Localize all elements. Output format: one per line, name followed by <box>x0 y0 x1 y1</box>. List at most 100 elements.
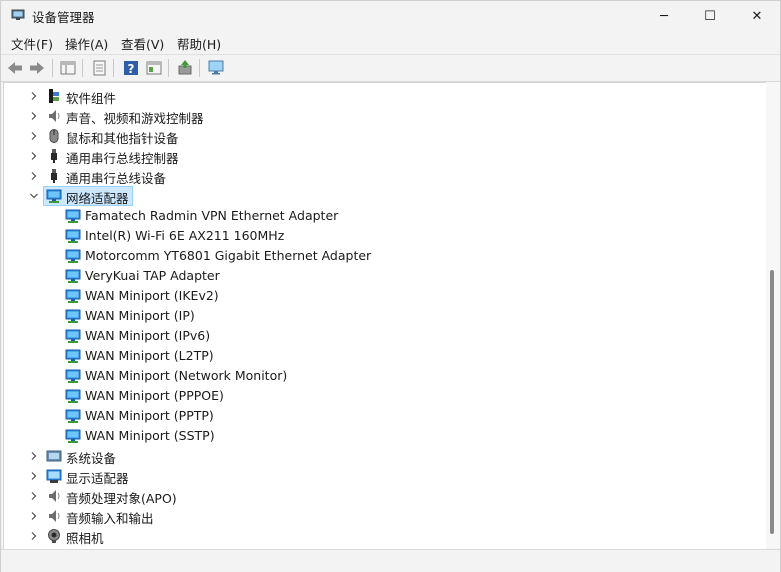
tree-category-label: 显示适配器 <box>66 471 129 486</box>
tree-category-row[interactable]: 声音、视频和游戏控制器 <box>4 106 764 126</box>
chevron-right-icon[interactable] <box>28 470 40 482</box>
tree-category-label: 网络适配器 <box>66 191 129 206</box>
tree-category-row[interactable]: 音频输入和输出 <box>4 506 764 526</box>
mouse-icon <box>46 128 62 144</box>
tree-category-label: 照相机 <box>66 531 104 546</box>
tree-category-row[interactable]: 软件组件 <box>4 86 764 106</box>
tree-device-label: WAN Miniport (Network Monitor) <box>85 368 288 383</box>
tree-category-row[interactable]: 音频处理对象(APO) <box>4 486 764 506</box>
toolbar-separator <box>113 59 114 77</box>
tree-device-row[interactable]: WAN Miniport (Network Monitor) <box>4 366 764 386</box>
tree-device-label: VeryKuai TAP Adapter <box>85 268 220 283</box>
window-title: 设备管理器 <box>32 10 95 25</box>
menu-help[interactable]: 帮助(H) <box>177 34 221 53</box>
show-hide-tree-icon[interactable] <box>59 59 77 77</box>
device-tree[interactable]: 软件组件声音、视频和游戏控制器 鼠标和其他指针设备 通用串行总线控制器 通用串行总线设… <box>3 82 766 550</box>
camera-icon <box>46 528 62 544</box>
title-bar: 设备管理器 ─ ☐ ✕ <box>1 1 780 31</box>
chevron-right-icon[interactable] <box>28 510 40 522</box>
tree-category-row[interactable]: 通用串行总线控制器 <box>4 146 764 166</box>
tree-category-label: 通用串行总线控制器 <box>66 151 179 166</box>
network-adapter-icon <box>65 248 81 264</box>
scan-hardware-icon[interactable] <box>207 59 225 77</box>
tree-device-row[interactable]: WAN Miniport (SSTP) <box>4 426 764 446</box>
tree-category-label: 鼠标和其他指针设备 <box>66 131 179 146</box>
tree-category-row[interactable]: 系统设备 <box>4 446 764 466</box>
status-bar <box>1 549 780 572</box>
tree-category-label: 通用串行总线设备 <box>66 171 167 186</box>
chevron-right-icon[interactable] <box>28 170 40 182</box>
tree-device-row[interactable]: Intel(R) Wi-Fi 6E AX211 160MHz <box>4 226 764 246</box>
speaker-icon <box>46 108 62 124</box>
network-adapter-icon <box>65 328 81 344</box>
tree-device-row[interactable]: WAN Miniport (PPTP) <box>4 406 764 426</box>
back-icon[interactable] <box>6 59 24 77</box>
scrollbar-thumb[interactable] <box>770 270 774 534</box>
tree-device-row[interactable]: WAN Miniport (PPPOE) <box>4 386 764 406</box>
network-adapter-icon <box>65 368 81 384</box>
tree-device-label: WAN Miniport (IPv6) <box>85 328 211 343</box>
close-button[interactable]: ✕ <box>734 1 780 31</box>
tree-category-label: 软件组件 <box>66 91 117 106</box>
chevron-right-icon[interactable] <box>28 150 40 162</box>
network-adapter-icon <box>65 208 81 224</box>
vertical-scrollbar[interactable] <box>766 82 780 548</box>
chevron-down-icon[interactable] <box>28 190 40 202</box>
tree-device-row[interactable]: VeryKuai TAP Adapter <box>4 266 764 286</box>
update-driver-icon[interactable] <box>176 59 194 77</box>
chevron-right-icon[interactable] <box>28 450 40 462</box>
toolbar: ? <box>1 54 780 82</box>
help-icon[interactable]: ? <box>122 59 140 77</box>
tree-device-label: WAN Miniport (SSTP) <box>85 428 215 443</box>
tree-device-row[interactable]: WAN Miniport (IPv6) <box>4 326 764 346</box>
tree-category-row[interactable]: 通用串行总线设备 <box>4 166 764 186</box>
speaker-icon <box>46 508 62 524</box>
tree-device-label: WAN Miniport (IP) <box>85 308 195 323</box>
tree-device-row[interactable]: Famatech Radmin VPN Ethernet Adapter <box>4 206 764 226</box>
properties-icon[interactable] <box>90 59 108 77</box>
usb-icon <box>46 168 62 184</box>
tree-device-label: Motorcomm YT6801 Gigabit Ethernet Adapte… <box>85 248 372 263</box>
toolbar-separator <box>82 59 83 77</box>
view-icon[interactable] <box>145 59 163 77</box>
chevron-right-icon[interactable] <box>28 530 40 542</box>
chevron-right-icon[interactable] <box>28 130 40 142</box>
tree-device-row[interactable]: Motorcomm YT6801 Gigabit Ethernet Adapte… <box>4 246 764 266</box>
menu-action[interactable]: 操作(A) <box>65 34 108 53</box>
tree-device-row[interactable]: WAN Miniport (L2TP) <box>4 346 764 366</box>
menu-view[interactable]: 查看(V) <box>121 34 164 53</box>
tree-category-row[interactable]: 网络适配器 <box>4 186 764 206</box>
toolbar-separator <box>52 59 53 77</box>
toolbar-separator <box>199 59 200 77</box>
tree-device-label: WAN Miniport (IKEv2) <box>85 288 219 303</box>
menu-file[interactable]: 文件(F) <box>11 34 53 53</box>
usb-icon <box>46 148 62 164</box>
minimize-button[interactable]: ─ <box>641 1 687 31</box>
network-adapter-icon <box>65 268 81 284</box>
tree-category-row[interactable]: 鼠标和其他指针设备 <box>4 126 764 146</box>
network-adapter-icon <box>46 188 62 204</box>
device-manager-window: 设备管理器 ─ ☐ ✕ 文件(F) 操作(A) 查看(V) 帮助(H) ? 软件… <box>0 0 781 572</box>
tree-device-row[interactable]: WAN Miniport (IP) <box>4 306 764 326</box>
system-device-icon <box>46 448 62 464</box>
menu-bar: 文件(F) 操作(A) 查看(V) 帮助(H) <box>1 31 780 53</box>
close-icon: ✕ <box>751 8 763 24</box>
speaker-icon <box>46 488 62 504</box>
tree-category-label: 音频输入和输出 <box>66 511 154 526</box>
tree-category-label: 音频处理对象(APO) <box>66 491 177 506</box>
svg-text:?: ? <box>128 62 135 76</box>
tree-category-row[interactable]: 显示适配器 <box>4 466 764 486</box>
network-adapter-icon <box>65 428 81 444</box>
chevron-right-icon[interactable] <box>28 90 40 102</box>
tree-category-row[interactable]: 照相机 <box>4 526 764 546</box>
chevron-right-icon[interactable] <box>28 110 40 122</box>
device-manager-app-icon <box>11 9 25 20</box>
tree-device-label: WAN Miniport (PPPOE) <box>85 388 224 403</box>
tree-device-row[interactable]: WAN Miniport (IKEv2) <box>4 286 764 306</box>
network-adapter-icon <box>65 388 81 404</box>
network-adapter-icon <box>65 308 81 324</box>
maximize-button[interactable]: ☐ <box>687 1 733 31</box>
forward-icon[interactable] <box>28 59 46 77</box>
tree-category-label: 声音、视频和游戏控制器 <box>66 111 204 126</box>
chevron-right-icon[interactable] <box>28 490 40 502</box>
